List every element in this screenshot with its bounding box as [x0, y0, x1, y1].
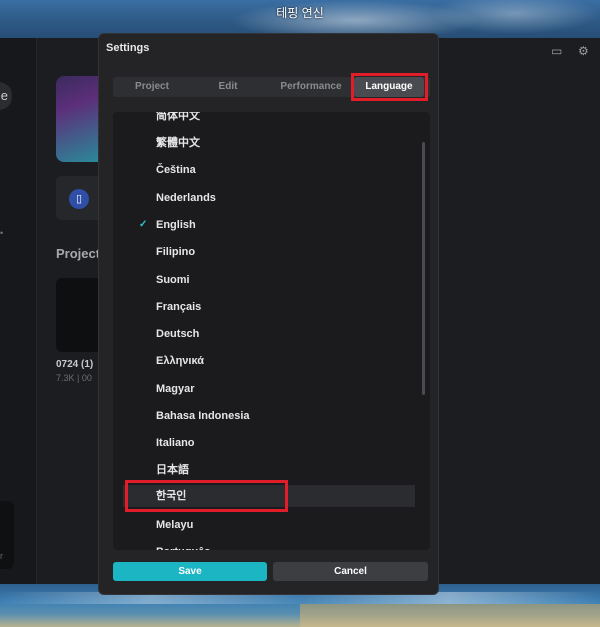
settings-dialog: Settings Project Edit Performance Langua… [98, 33, 439, 595]
language-item[interactable]: Ελληνικά [113, 350, 430, 372]
language-item[interactable]: 日本語 [113, 459, 430, 481]
tool-card[interactable]: ▯ [56, 176, 101, 220]
language-list[interactable]: 简体中文 繁體中文 Čeština Nederlands ✓ English F… [113, 112, 430, 550]
language-item[interactable]: 繁體中文 [113, 132, 430, 154]
sand [300, 604, 600, 627]
language-item[interactable]: Melayu [113, 514, 430, 536]
language-item[interactable]: Français [113, 296, 430, 318]
settings-tabs: Project Edit Performance Language [113, 77, 430, 97]
save-button[interactable]: Save [113, 562, 267, 581]
language-label: Filipino [156, 246, 196, 258]
language-label: 한국인 [156, 490, 187, 502]
project-thumbnail[interactable] [56, 278, 99, 352]
language-label: Italiano [156, 437, 195, 449]
hero-banner[interactable] [56, 76, 101, 162]
language-item[interactable]: Čeština [113, 159, 430, 181]
language-label: Português [156, 541, 210, 550]
project-name: 0724 (1) [56, 359, 94, 370]
language-item[interactable]: 简体中文 [113, 112, 430, 127]
language-label: Français [156, 301, 202, 313]
window-title: 테핑 연신 [276, 6, 324, 20]
dialog-title: Settings [106, 42, 150, 54]
language-label: 简体中文 [156, 112, 200, 122]
language-label: Deutsch [156, 328, 200, 340]
language-label: 日本語 [156, 464, 189, 476]
cancel-button[interactable]: Cancel [273, 562, 428, 581]
language-item[interactable]: Deutsch [113, 323, 430, 345]
language-item[interactable]: Italiano [113, 432, 430, 454]
projects-heading: Project [56, 246, 101, 261]
language-label: Bahasa Indonesia [156, 410, 250, 422]
language-label: 繁體中文 [156, 137, 200, 149]
settings-gear-icon[interactable]: ⚙ [578, 44, 589, 58]
language-label: Nederlands [156, 192, 216, 204]
language-label: Suomi [156, 274, 190, 286]
project-meta: 7.3K | 00 [56, 373, 92, 383]
language-label: Melayu [156, 519, 194, 531]
checkmark-icon: ✓ [139, 219, 148, 230]
language-item[interactable]: Filipino [113, 241, 430, 263]
language-item[interactable]: Suomi [113, 269, 430, 291]
scrollbar[interactable] [422, 142, 425, 395]
tab-project[interactable]: Project [119, 77, 185, 97]
language-item-hovered[interactable]: 한국인 [123, 485, 415, 507]
tab-edit[interactable]: Edit [193, 77, 263, 97]
language-item-selected[interactable]: ✓ English [113, 214, 430, 236]
language-label: Čeština [156, 164, 196, 176]
thumb-label: r [0, 551, 3, 561]
language-item[interactable]: Português [113, 541, 430, 550]
feedback-icon[interactable]: ▭ [551, 44, 562, 58]
language-item[interactable]: Nederlands [113, 187, 430, 209]
language-item[interactable]: Magyar [113, 378, 430, 400]
phone-icon: ▯ [69, 189, 89, 209]
language-label: English [156, 219, 196, 231]
tab-language[interactable]: Language [354, 77, 424, 97]
language-label: Ελληνικά [156, 355, 204, 367]
language-item[interactable]: Bahasa Indonesia [113, 405, 430, 427]
sidebar-marker: • [0, 228, 4, 238]
language-label: Magyar [156, 383, 195, 395]
tab-performance[interactable]: Performance [271, 77, 351, 97]
